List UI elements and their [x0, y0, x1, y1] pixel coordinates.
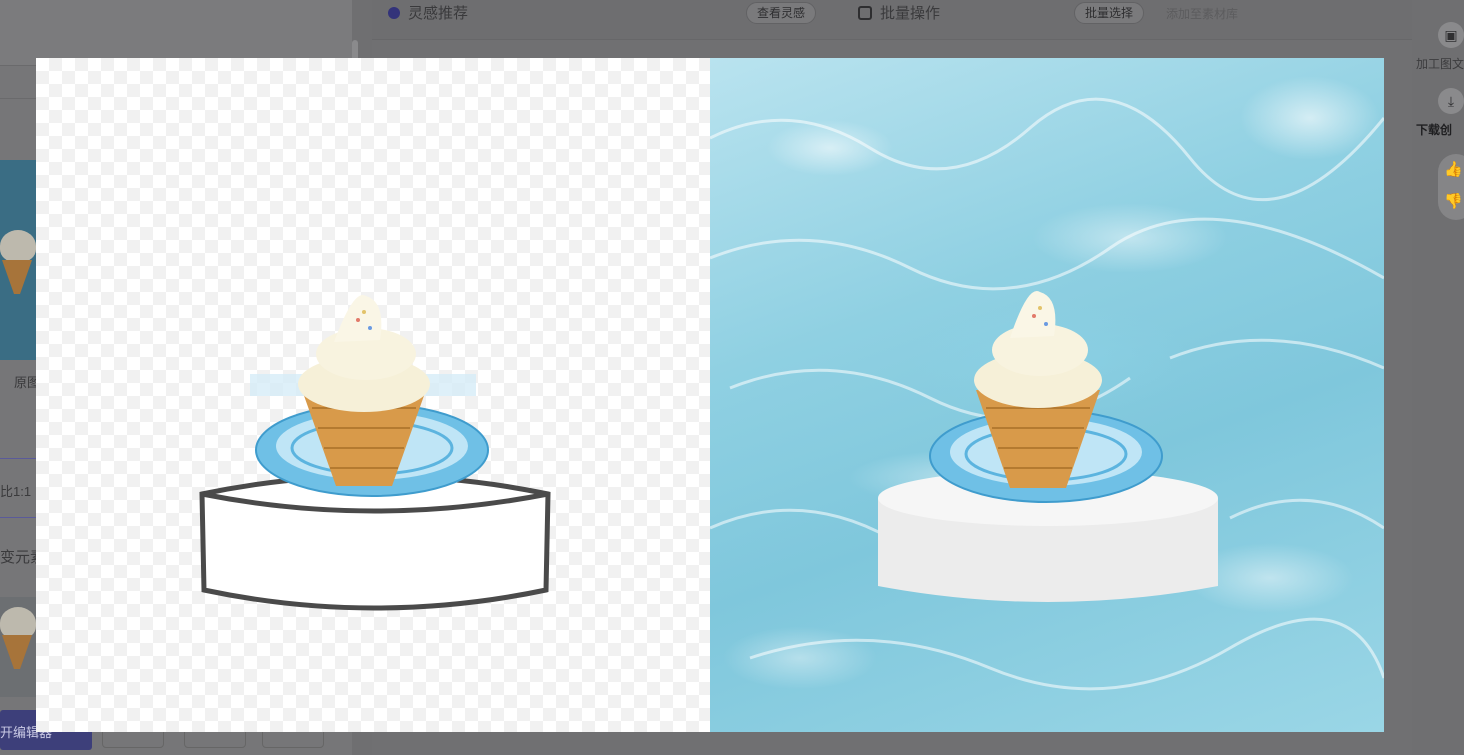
inspiration-title: 灵感推荐: [388, 3, 468, 25]
sprinkle: [368, 326, 372, 330]
download-label[interactable]: 下载创: [1416, 121, 1452, 138]
thumb-cone: [2, 635, 32, 669]
ratio-label: 比1:1: [0, 484, 32, 499]
element-thumbnail[interactable]: [0, 597, 40, 697]
sprinkle: [1044, 322, 1048, 326]
sprinkle: [362, 310, 366, 314]
sprinkle: [1032, 314, 1036, 318]
download-icon[interactable]: ⤓: [1438, 88, 1464, 114]
sprinkle: [1038, 306, 1042, 310]
lightbulb-icon: [388, 7, 400, 19]
feedback-group: 👍 👎: [1438, 154, 1464, 220]
sprinkle: [356, 318, 360, 322]
generated-product-illustration: [710, 97, 1384, 691]
batch-select-button[interactable]: 批量选择: [1074, 2, 1145, 24]
original-thumbnail[interactable]: [0, 160, 40, 360]
add-to-library-button[interactable]: 添加至素材库: [1166, 3, 1238, 25]
preview-modal: [36, 58, 1384, 732]
ratio-option[interactable]: 比1:1: [0, 458, 40, 518]
process-image-icon[interactable]: ▣: [1438, 22, 1464, 48]
action-rail: ▣ 加工图文 ⤓ 下载创 👍 👎: [1412, 0, 1464, 755]
thumbs-down-icon[interactable]: 👎: [1444, 192, 1463, 210]
generated-image-pane: [710, 58, 1384, 732]
view-inspiration-button[interactable]: 查看灵感: [746, 2, 817, 24]
batch-operation-title: 批量操作: [858, 3, 940, 25]
thumb-cream: [0, 607, 36, 639]
process-label[interactable]: 加工图文: [1416, 55, 1464, 72]
original-product-illustration: [199, 294, 551, 611]
cream-top: [1010, 290, 1056, 338]
thumb-cream: [0, 230, 36, 262]
thumb-cone: [2, 260, 32, 294]
original-image-pane: [36, 58, 710, 732]
left-panel-header: [0, 0, 352, 66]
batch-icon: [858, 6, 872, 20]
thumbs-up-icon[interactable]: 👍: [1444, 160, 1463, 178]
